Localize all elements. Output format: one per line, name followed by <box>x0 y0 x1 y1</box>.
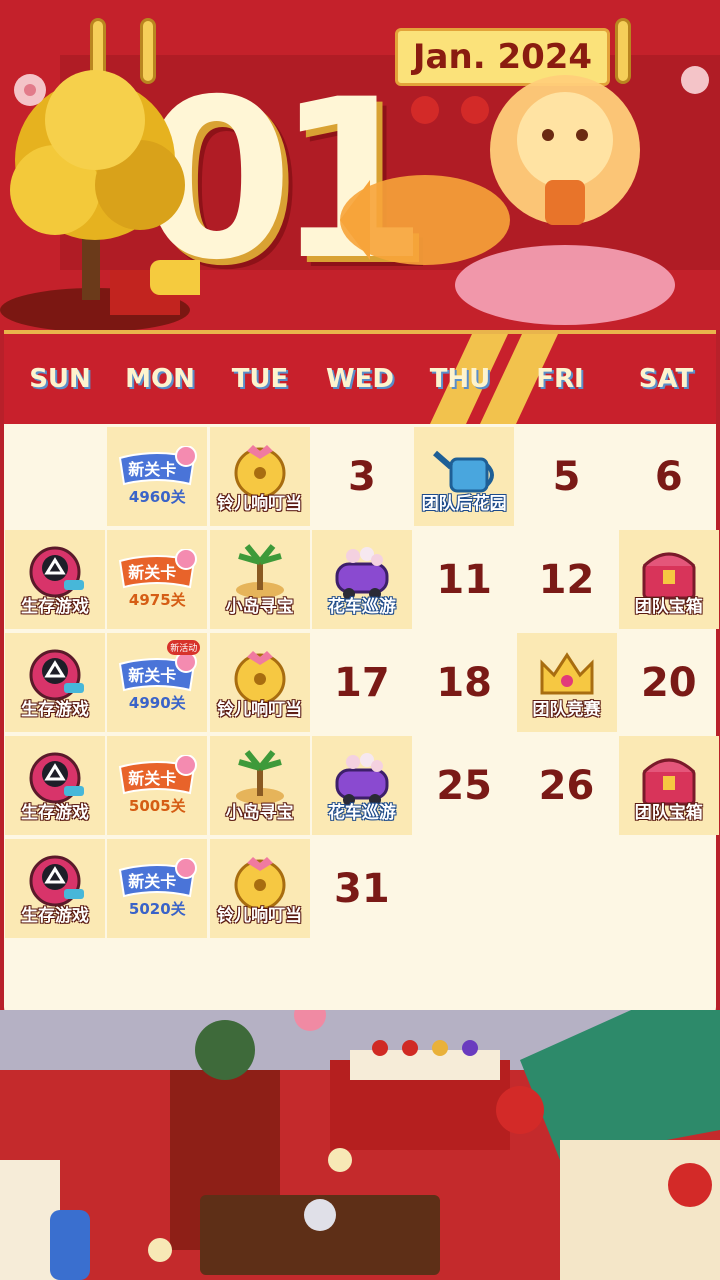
tea-house-scene <box>0 1010 720 1280</box>
date-number: 26 <box>538 762 595 809</box>
calendar-cell-event[interactable]: 团队宝箱 <box>618 530 719 629</box>
calendar-cell-event[interactable]: 铃儿响叮当 <box>209 839 310 938</box>
calendar-header: 01 Jan. 2024 <box>0 0 720 330</box>
date-number: 20 <box>640 659 697 706</box>
new-level-badge: 新关卡 <box>114 548 200 593</box>
event-label: 花车巡游 <box>327 597 396 617</box>
calendar-cell-empty <box>619 839 719 938</box>
event-label: 生存游戏 <box>21 700 89 720</box>
date-number: 17 <box>334 659 390 706</box>
money-tree-icon <box>0 70 200 330</box>
calendar-cell-event[interactable]: 铃儿响叮当 <box>209 427 310 526</box>
calendar-cell-event[interactable]: 小岛寻宝 <box>209 530 310 629</box>
calendar-cell-date[interactable]: 12 <box>517 530 617 629</box>
calendar-cell-event[interactable]: 团队后花园 <box>414 427 515 526</box>
calendar-cell-event[interactable]: 花车巡游 <box>311 530 412 629</box>
calendar-cell-empty <box>517 839 617 938</box>
date-number: 31 <box>334 865 390 912</box>
calendar-cell-date[interactable]: 18 <box>414 633 514 732</box>
event-label: 生存游戏 <box>21 906 89 926</box>
event-label: 团队宝箱 <box>634 803 703 823</box>
dragon-lantern-icon <box>340 66 709 325</box>
weekday-thu: THU <box>429 364 491 394</box>
date-number: 5 <box>552 453 581 500</box>
calendar-cell-new-level[interactable]: 新关卡 新活动 4990关 <box>107 633 208 732</box>
new-level-badge: 新关卡 <box>114 754 200 799</box>
calendar-cell-event[interactable]: 花车巡游 <box>311 736 412 835</box>
calendar-cell-date[interactable]: 11 <box>414 530 514 629</box>
calendar-cell-date[interactable]: 6 <box>619 427 719 526</box>
weekday-wed: WED <box>325 364 395 394</box>
date-number: 25 <box>436 762 493 809</box>
new-level-badge: 新关卡 新活动 <box>114 640 201 696</box>
date-number: 3 <box>347 453 376 500</box>
calendar-cell-event[interactable]: 生存游戏 <box>5 530 105 629</box>
event-label: 生存游戏 <box>21 597 89 617</box>
new-level-badge: 新关卡 <box>114 857 200 902</box>
calendar-cell-date[interactable]: 20 <box>619 633 719 732</box>
event-label: 铃儿响叮当 <box>217 700 303 720</box>
calendar-cell-event[interactable]: 小岛寻宝 <box>209 736 310 835</box>
weekday-tue: TUE <box>231 364 289 394</box>
calendar-cell-new-level[interactable]: 新关卡 4975关 <box>107 530 208 629</box>
calendar-cell-empty <box>5 427 105 526</box>
calendar-cell-new-level[interactable]: 新关卡 5005关 <box>107 736 208 835</box>
event-label: 生存游戏 <box>21 803 89 823</box>
event-label: 花车巡游 <box>327 803 396 823</box>
event-label: 小岛寻宝 <box>225 803 294 823</box>
calendar-cell-date[interactable]: 17 <box>312 633 412 732</box>
calendar-cell-date[interactable]: 26 <box>517 736 617 835</box>
calendar-cell-date[interactable]: 31 <box>312 839 412 938</box>
weekday-fri: FRI <box>536 364 584 394</box>
event-label: 铃儿响叮当 <box>217 906 303 926</box>
date-number: 12 <box>538 556 595 603</box>
event-label: 团队宝箱 <box>634 597 703 617</box>
calendar-cell-event[interactable]: 生存游戏 <box>5 633 105 732</box>
weekday-sun: SUN <box>29 364 91 394</box>
date-number: 6 <box>654 453 683 500</box>
event-label: 小岛寻宝 <box>225 597 294 617</box>
event-label: 团队后花园 <box>421 494 507 514</box>
date-number: 18 <box>436 659 493 706</box>
new-level-title: 新关卡 <box>128 460 177 479</box>
weekday-sat: SAT <box>638 364 694 394</box>
weekday-header: SUN MON TUE WED THU FRI SAT <box>4 330 716 428</box>
new-event-tag: 新活动 <box>167 640 201 655</box>
date-number: 11 <box>436 556 493 603</box>
calendar-cell-date[interactable]: 25 <box>414 736 514 835</box>
new-level-title: 新关卡 <box>128 872 177 891</box>
new-level-title: 新关卡 <box>128 666 177 685</box>
event-label: 团队竞赛 <box>532 700 601 720</box>
calendar-cell-event[interactable]: 生存游戏 <box>5 736 105 835</box>
new-level-badge: 新关卡 <box>114 445 200 490</box>
calendar-cell-event[interactable]: 团队竞赛 <box>516 633 617 732</box>
new-level-title: 新关卡 <box>128 769 177 788</box>
calendar-cell-event[interactable]: 铃儿响叮当 <box>209 633 310 732</box>
new-level-title: 新关卡 <box>128 563 177 582</box>
weekday-mon: MON <box>125 364 195 394</box>
calendar-cell-new-level[interactable]: 新关卡 5020关 <box>107 839 208 938</box>
calendar-cell-date[interactable]: 3 <box>312 427 412 526</box>
calendar-cell-new-level[interactable]: 新关卡 4960关 <box>107 427 208 526</box>
calendar-cell-event[interactable]: 生存游戏 <box>5 839 105 938</box>
calendar-cell-event[interactable]: 团队宝箱 <box>618 736 719 835</box>
calendar-cell-empty <box>414 839 514 938</box>
event-label: 铃儿响叮当 <box>217 494 303 514</box>
calendar-cell-date[interactable]: 5 <box>517 427 617 526</box>
